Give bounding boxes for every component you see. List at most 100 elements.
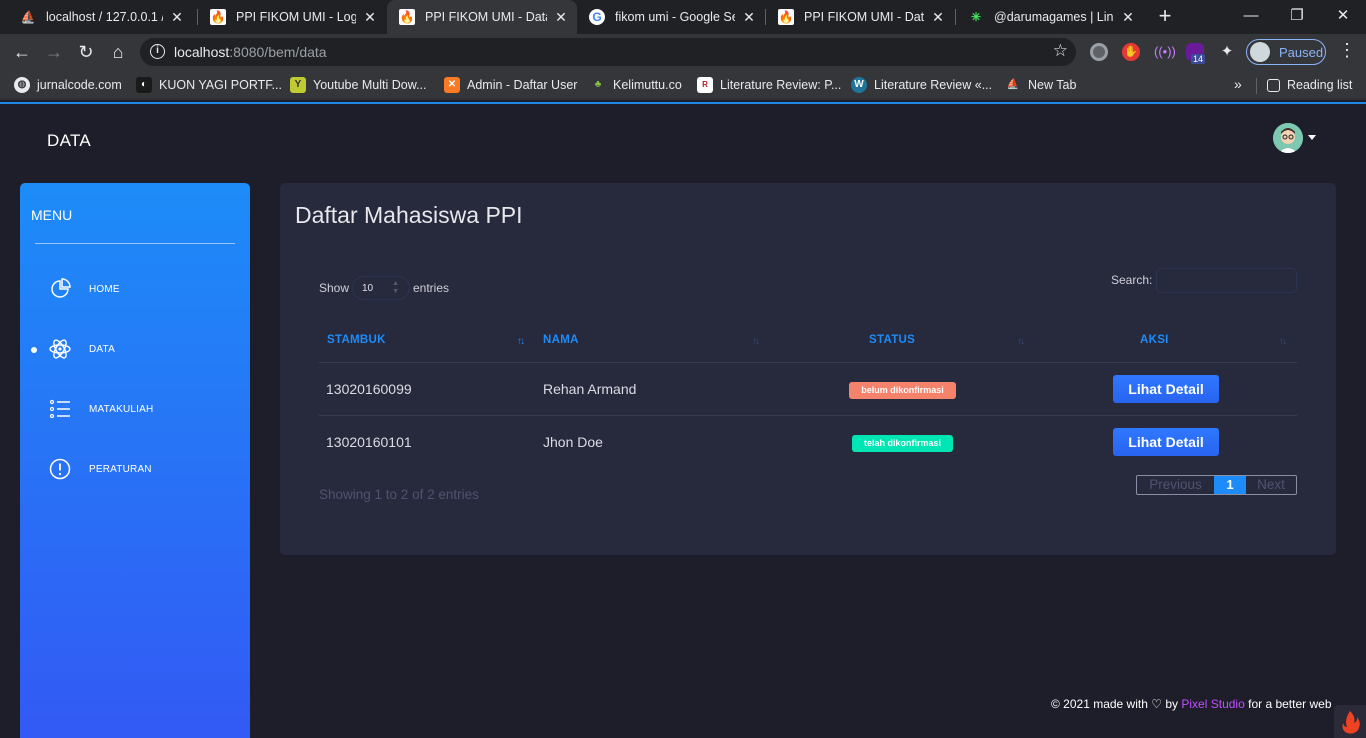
- sidebar-item-matakuliah[interactable]: MATAKULIAH: [20, 394, 250, 424]
- pagination: Previous 1 Next: [1136, 475, 1297, 495]
- phpmyadmin-icon: ⛵: [1006, 79, 1020, 90]
- portfolio-icon: ◐: [136, 77, 152, 93]
- reload-icon[interactable]: ↻: [73, 39, 99, 65]
- bookmark-item[interactable]: ✕ Admin - Daftar User: [444, 76, 577, 94]
- google-icon: G: [589, 9, 605, 25]
- status-badge: telah dikonfirmasi: [852, 435, 953, 452]
- forward-icon[interactable]: →: [41, 39, 67, 65]
- tab-title: localhost / 127.0.0.1 / sh: [46, 10, 163, 24]
- search-label: Search:: [1111, 273, 1153, 287]
- close-window-icon[interactable]: ✕: [1328, 4, 1358, 28]
- adblock-icon[interactable]: ✋: [1122, 43, 1140, 61]
- extension-icon[interactable]: ((•)): [1154, 43, 1176, 61]
- page-1-button[interactable]: 1: [1214, 476, 1246, 494]
- data-card: Daftar Mahasiswa PPI Show 10 ▲ ▼ entries …: [280, 183, 1336, 555]
- active-indicator: [31, 347, 37, 353]
- profile-status: Paused: [1279, 45, 1324, 60]
- bookmark-item[interactable]: ♣ Kelimuttu.co: [590, 76, 682, 94]
- profile-button[interactable]: Paused: [1246, 39, 1326, 65]
- new-tab-button[interactable]: +: [1154, 5, 1176, 27]
- user-avatar[interactable]: [1273, 123, 1303, 153]
- site-info-icon[interactable]: i: [150, 44, 165, 59]
- browser-tab-active[interactable]: 🔥 PPI FIKOM UMI - Data ✕: [387, 0, 577, 34]
- bookmark-item[interactable]: ⛵ New Tab: [1005, 76, 1077, 94]
- more-bookmarks-icon[interactable]: »: [1234, 76, 1242, 92]
- reading-list-icon: [1267, 78, 1280, 92]
- lihat-detail-button[interactable]: Lihat Detail: [1113, 428, 1219, 456]
- navbar-brand[interactable]: DATA: [47, 131, 91, 151]
- column-header-nama[interactable]: NAMA: [543, 334, 579, 346]
- restore-icon[interactable]: ❐: [1282, 4, 1312, 28]
- bookmark-item[interactable]: R Literature Review: P...: [697, 76, 841, 94]
- pineapple-icon: ♣: [594, 79, 602, 90]
- browser-menu-icon[interactable]: ⋮: [1338, 40, 1356, 61]
- column-header-status[interactable]: STATUS: [869, 334, 915, 346]
- extension-badge: 14: [1191, 54, 1206, 64]
- extensions-puzzle-icon[interactable]: ✦: [1218, 43, 1236, 61]
- column-header-stambuk[interactable]: STAMBUK: [327, 334, 386, 346]
- sidebar-item-label: PERATURAN: [89, 464, 152, 475]
- user-dropdown-caret-icon[interactable]: [1308, 135, 1316, 140]
- app-page: DATA MENU HOME DATA MATAKULIAH PERATURAN…: [0, 104, 1366, 738]
- bookmark-item[interactable]: Y Youtube Multi Dow...: [290, 76, 427, 94]
- tab-title: @darumagames | Linktr: [994, 10, 1114, 24]
- sort-icon[interactable]: ↑↓: [1017, 336, 1025, 347]
- sort-asc-icon[interactable]: ↑↓: [517, 336, 525, 347]
- codeigniter-icon[interactable]: [1334, 705, 1366, 738]
- footer-suffix: for a better web: [1248, 697, 1332, 711]
- url-text[interactable]: localhost:8080/bem/data: [174, 44, 327, 60]
- bookmark-item[interactable]: ◍ jurnalcode.com: [14, 76, 122, 94]
- sort-icon[interactable]: ↑↓: [1279, 336, 1287, 347]
- entries-label: entries: [413, 281, 450, 295]
- footer-brand-link[interactable]: Pixel Studio: [1181, 697, 1244, 711]
- browser-tab[interactable]: ✳ @darumagames | Linktr ✕: [956, 0, 1144, 34]
- previous-page-button[interactable]: Previous: [1137, 476, 1214, 494]
- alert-circle-icon: [49, 458, 71, 480]
- home-icon[interactable]: ⌂: [105, 39, 131, 65]
- sidebar-item-label: HOME: [89, 284, 120, 295]
- bookmark-item[interactable]: ◐ KUON YAGI PORTF...: [136, 76, 282, 94]
- browser-tab[interactable]: ⛵ localhost / 127.0.0.1 / sh ✕: [8, 0, 193, 34]
- sidebar: MENU HOME DATA MATAKULIAH PERATURAN: [20, 183, 250, 738]
- minimize-icon[interactable]: —: [1236, 4, 1266, 28]
- back-icon[interactable]: ←: [9, 39, 35, 65]
- address-bar[interactable]: i localhost:8080/bem/data ☆: [140, 38, 1076, 66]
- linktree-icon: ✳: [970, 10, 982, 24]
- extension-icon[interactable]: [1090, 43, 1108, 61]
- close-tab-icon[interactable]: ✕: [362, 9, 378, 26]
- close-tab-icon[interactable]: ✕: [553, 9, 569, 26]
- close-tab-icon[interactable]: ✕: [1120, 9, 1136, 26]
- atom-icon: [49, 339, 71, 359]
- codeigniter-icon: 🔥: [399, 9, 415, 25]
- sidebar-item-peraturan[interactable]: PERATURAN: [20, 454, 250, 484]
- column-header-aksi[interactable]: AKSI: [1140, 334, 1169, 346]
- wordpress-icon: W: [851, 77, 867, 93]
- sidebar-item-home[interactable]: HOME: [20, 274, 250, 304]
- close-tab-icon[interactable]: ✕: [741, 9, 757, 26]
- page-title: Daftar Mahasiswa PPI: [295, 202, 523, 228]
- tab-title: fikom umi - Google Sea: [615, 10, 735, 24]
- reading-list-button[interactable]: Reading list: [1267, 76, 1352, 94]
- next-page-button[interactable]: Next: [1246, 476, 1296, 494]
- browser-tab[interactable]: 🔥 PPI FIKOM UMI - Login ✕: [198, 0, 386, 34]
- tab-title: PPI FIKOM UMI - Login: [236, 10, 356, 24]
- entries-per-page-select[interactable]: 10 ▲ ▼: [352, 276, 410, 300]
- bookmark-star-icon[interactable]: ☆: [1053, 41, 1068, 61]
- chart-pie-icon: [51, 278, 71, 298]
- cell-stambuk: 13020160101: [326, 434, 412, 450]
- close-tab-icon[interactable]: ✕: [169, 9, 185, 26]
- select-arrows-icon: ▲ ▼: [392, 280, 399, 295]
- sidebar-item-data[interactable]: DATA: [20, 334, 250, 364]
- browser-tab[interactable]: G fikom umi - Google Sea ✕: [577, 0, 765, 34]
- close-tab-icon[interactable]: ✕: [930, 9, 946, 26]
- browser-tab[interactable]: 🔥 PPI FIKOM UMI - Data ✕: [766, 0, 954, 34]
- search-input[interactable]: [1156, 268, 1297, 293]
- bookmarks-bar: ◍ jurnalcode.com ◐ KUON YAGI PORTF... Y You…: [0, 70, 1366, 100]
- bookmark-item[interactable]: W Literature Review «...: [851, 76, 992, 94]
- sort-icon[interactable]: ↑↓: [752, 336, 760, 347]
- browser-toolbar: ← → ↻ ⌂ i localhost:8080/bem/data ☆ ✋ ((…: [0, 34, 1366, 70]
- heart-icon: ♡: [1151, 697, 1163, 711]
- list-icon: [49, 399, 70, 419]
- lihat-detail-button[interactable]: Lihat Detail: [1113, 375, 1219, 403]
- entries-value: 10: [362, 283, 374, 294]
